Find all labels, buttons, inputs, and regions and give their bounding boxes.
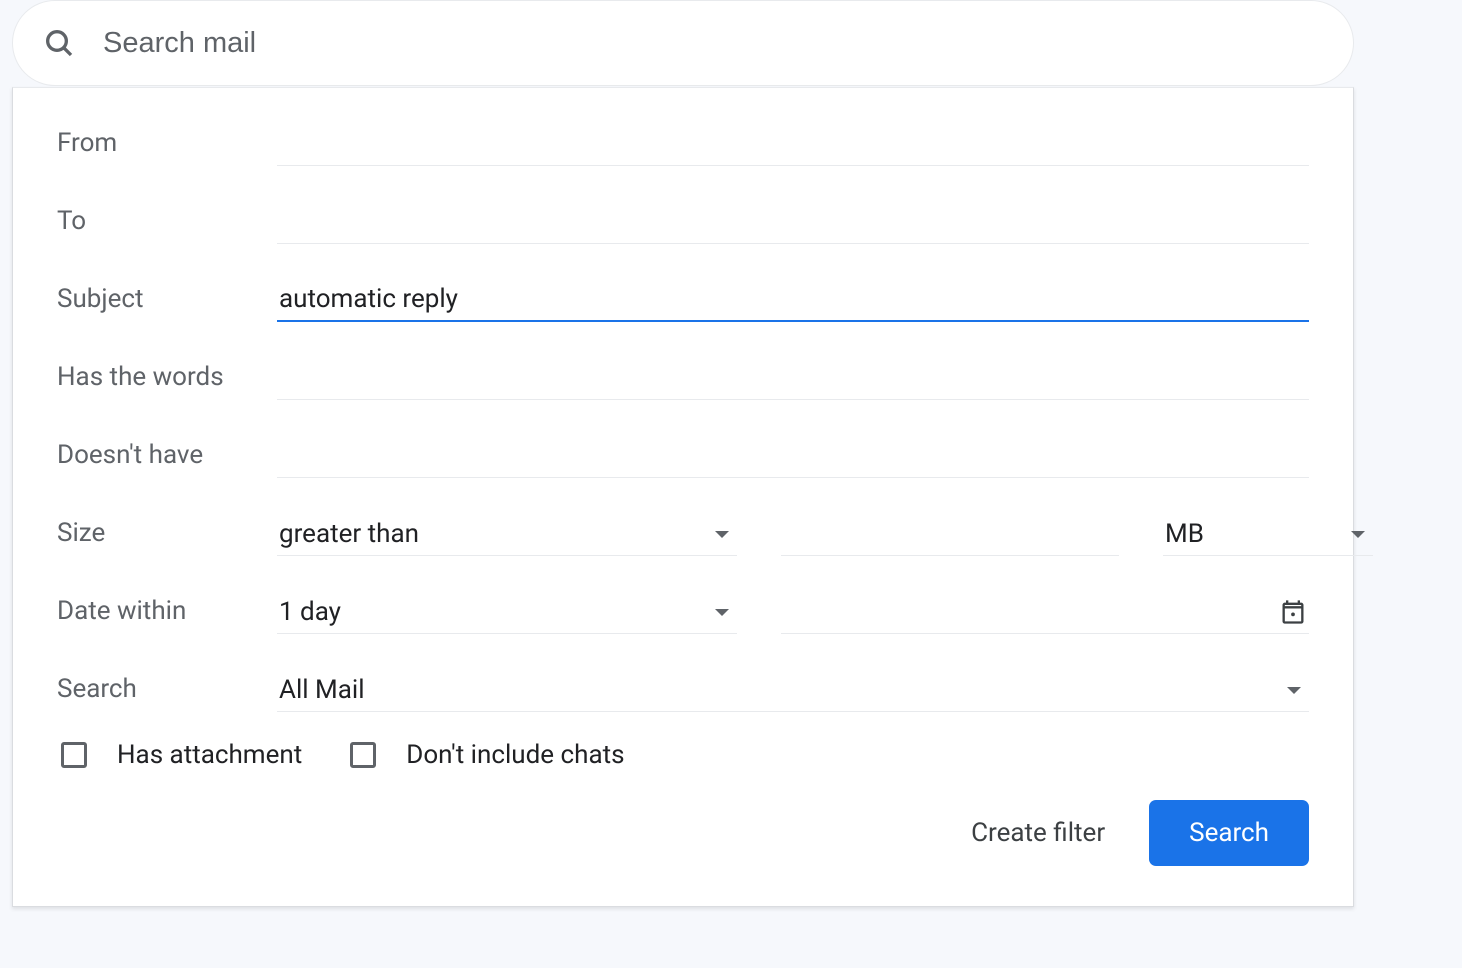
size-comparison-value: greater than (279, 519, 419, 549)
date-within-row: Date within 1 day (57, 584, 1309, 634)
search-button[interactable]: Search (1149, 800, 1309, 866)
action-row: Create filter Search (57, 800, 1309, 866)
doesnt-have-input[interactable] (277, 435, 1309, 478)
has-words-input[interactable] (277, 357, 1309, 400)
size-comparison-select[interactable]: greater than (277, 513, 737, 556)
search-in-row: Search All Mail (57, 662, 1309, 712)
chevron-down-icon (1287, 687, 1301, 694)
subject-row: Subject (57, 272, 1309, 322)
advanced-search-panel: From To Subject Has the words Doesn't ha… (12, 87, 1354, 907)
to-input[interactable] (277, 201, 1309, 244)
from-row: From (57, 116, 1309, 166)
has-attachment-label: Has attachment (117, 740, 302, 770)
has-attachment-checkbox[interactable]: Has attachment (61, 740, 302, 770)
search-icon (43, 27, 75, 59)
date-range-select[interactable]: 1 day (277, 591, 737, 634)
from-input[interactable] (277, 123, 1309, 166)
chevron-down-icon (715, 531, 729, 538)
has-words-row: Has the words (57, 350, 1309, 400)
chevron-down-icon (715, 609, 729, 616)
search-input[interactable] (103, 27, 1323, 60)
has-words-label: Has the words (57, 362, 277, 400)
from-label: From (57, 128, 277, 166)
search-bar[interactable] (12, 0, 1354, 86)
to-label: To (57, 206, 277, 244)
date-within-label: Date within (57, 596, 277, 634)
doesnt-have-row: Doesn't have (57, 428, 1309, 478)
date-range-value: 1 day (279, 597, 341, 627)
size-unit-select[interactable]: MB (1163, 513, 1373, 556)
search-in-label: Search (57, 674, 277, 712)
subject-label: Subject (57, 284, 277, 322)
to-row: To (57, 194, 1309, 244)
date-input[interactable] (783, 596, 1279, 627)
create-filter-button[interactable]: Create filter (971, 818, 1105, 848)
search-in-value: All Mail (279, 675, 365, 705)
chevron-down-icon (1351, 531, 1365, 538)
doesnt-have-label: Doesn't have (57, 440, 277, 478)
size-row: Size greater than MB (57, 506, 1309, 556)
checkbox-icon (61, 742, 87, 768)
size-unit-value: MB (1165, 519, 1204, 549)
search-in-select[interactable]: All Mail (277, 669, 1309, 712)
subject-input[interactable] (277, 278, 1309, 322)
size-label: Size (57, 518, 277, 556)
exclude-chats-checkbox[interactable]: Don't include chats (350, 740, 624, 770)
size-amount-input[interactable] (781, 513, 1119, 556)
date-input-wrap[interactable] (781, 590, 1309, 634)
calendar-icon[interactable] (1279, 598, 1307, 626)
checkbox-icon (350, 742, 376, 768)
checkbox-row: Has attachment Don't include chats (57, 740, 1309, 770)
exclude-chats-label: Don't include chats (406, 740, 624, 770)
